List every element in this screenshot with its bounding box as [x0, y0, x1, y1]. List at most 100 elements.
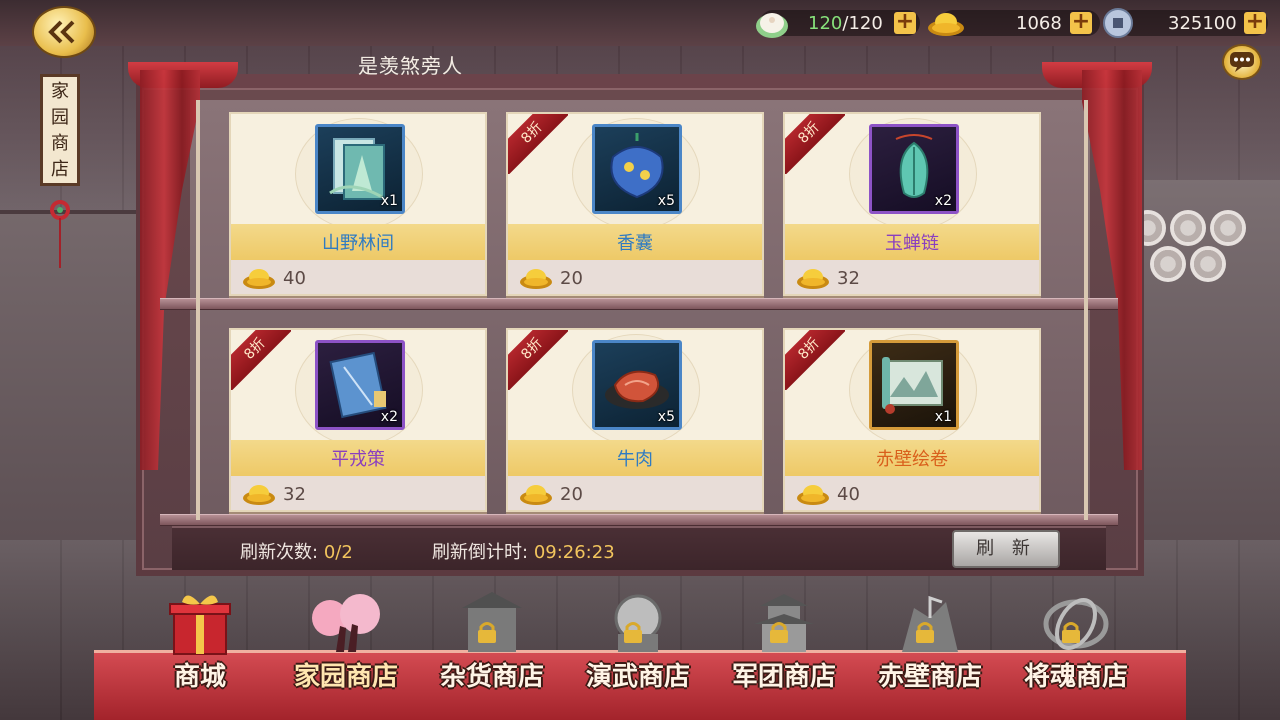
refresh-count-value: 0/2: [323, 542, 353, 563]
item-icon-frame: x5: [592, 340, 682, 430]
refresh-timer: 刷新倒计时: 09:26:23: [432, 538, 615, 564]
discount-label: 8折: [231, 330, 291, 390]
discount-ribbon: 8折: [231, 330, 291, 390]
shelf-rope: [196, 100, 200, 520]
scroll-roll: [1210, 210, 1246, 246]
tab-chibi-store[interactable]: 赤壁商店: [860, 588, 1000, 698]
item-icon-frame: x5: [592, 124, 682, 214]
item-price-row: 20: [508, 476, 762, 510]
shop-subtitle: 是羡煞旁人: [358, 54, 463, 78]
item-name-bar: 香囊: [508, 224, 762, 260]
shelf-beam-middle: [160, 298, 1118, 310]
lock-icon: [478, 622, 496, 643]
add-stamina-button[interactable]: +: [894, 11, 916, 34]
shop-sign-char: 家: [51, 81, 69, 102]
lock-icon: [624, 622, 642, 643]
discount-label: 8折: [785, 330, 845, 390]
discount-label: 8折: [508, 114, 568, 174]
discount-ribbon: 8折: [785, 330, 845, 390]
item-price-row: 20: [508, 260, 762, 294]
bun-icon: [756, 13, 788, 38]
copper-coin-value: 325100: [1168, 12, 1237, 34]
tab-label: 商城: [173, 662, 226, 692]
tab-label: 将魂商店: [1023, 662, 1128, 692]
stamina-display: 120/120: [808, 8, 883, 38]
item-icon-frame: x1: [869, 340, 959, 430]
shop-item-card[interactable]: x2 平戎策 32 8折: [229, 328, 487, 512]
tab-martial-store[interactable]: 演武商店: [568, 588, 708, 698]
item-price: 40: [837, 483, 860, 505]
item-quantity: x2: [934, 193, 952, 209]
gold-ingot-icon: [797, 269, 829, 289]
gold-ingot-icon: [243, 485, 275, 505]
tab-label: 演武商店: [585, 662, 690, 692]
scroll-roll: [1190, 246, 1226, 282]
chat-button[interactable]: [1222, 44, 1262, 80]
item-icon-frame: x2: [869, 124, 959, 214]
item-icon-frame: x1: [315, 124, 405, 214]
item-price-row: 40: [785, 476, 1039, 510]
shelf-rope: [1084, 100, 1088, 520]
tab-label: 家园商店: [293, 662, 398, 692]
refresh-button[interactable]: 刷 新: [952, 530, 1060, 568]
item-name: 平戎策: [331, 449, 385, 470]
item-name-bar: 玉蝉链: [785, 224, 1039, 260]
tab-home-shop[interactable]: 家园商店: [276, 588, 416, 698]
refresh-timer-label: 刷新倒计时:: [432, 542, 529, 563]
item-icon-frame: x2: [315, 340, 405, 430]
add-gold-ingot-button[interactable]: +: [1070, 11, 1092, 34]
shop-item-card[interactable]: x5 牛肉 20 8折: [506, 328, 764, 512]
shop-item-card[interactable]: x1 赤壁绘卷 40 8折: [783, 328, 1041, 512]
item-name-bar: 赤壁绘卷: [785, 440, 1039, 476]
item-price-row: 32: [231, 476, 485, 510]
shop-sign: 家 园 商 店: [40, 74, 80, 186]
background-shelf-left: [0, 210, 150, 540]
tab-soul-store[interactable]: 将魂商店: [1006, 588, 1146, 698]
tab-legion-store[interactable]: 军团商店: [714, 588, 854, 698]
blossom-couple-icon: [312, 594, 380, 652]
item-price: 20: [560, 267, 583, 289]
chat-bubble-icon: [1230, 52, 1254, 72]
item-name: 香囊: [617, 233, 653, 254]
scroll-roll: [1170, 210, 1206, 246]
shop-sign-char: 园: [51, 107, 69, 128]
gold-ingot-value: 1068: [1016, 12, 1062, 34]
shop-item-card[interactable]: x2 玉蝉链 32 8折: [783, 112, 1041, 296]
gift-box-icon: [169, 595, 231, 655]
shop-item-card[interactable]: x1 山野林间 40: [229, 112, 487, 296]
shop-item-card[interactable]: x5 香囊 20 8折: [506, 112, 764, 296]
tab-mall[interactable]: 商城: [130, 588, 270, 698]
gold-ingot-icon: [520, 269, 552, 289]
back-arrow-icon: [48, 20, 75, 44]
refresh-count: 刷新次数: 0/2: [240, 538, 353, 564]
add-copper-coin-button[interactable]: +: [1244, 11, 1266, 34]
item-price-row: 40: [231, 260, 485, 294]
discount-label: 8折: [508, 330, 568, 390]
item-price-row: 32: [785, 260, 1039, 294]
copper-coin-display: 325100: [1168, 8, 1237, 38]
shop-sign-char: 商: [51, 133, 69, 154]
back-button[interactable]: [32, 6, 96, 58]
stamina-value: 120/120: [808, 12, 883, 34]
item-name-bar: 山野林间: [231, 224, 485, 260]
tab-label: 杂货商店: [439, 662, 544, 692]
item-name: 玉蝉链: [885, 233, 939, 254]
discount-ribbon: 8折: [785, 114, 845, 174]
item-price: 32: [283, 483, 306, 505]
discount-label: 8折: [785, 114, 845, 174]
discount-ribbon: 8折: [508, 330, 568, 390]
lock-icon: [770, 622, 788, 643]
shop-sign-char: 店: [51, 159, 69, 180]
shelf-beam-bottom: [160, 514, 1118, 526]
lock-icon: [916, 622, 934, 643]
scroll-roll: [1150, 246, 1186, 282]
discount-ribbon: 8折: [508, 114, 568, 174]
gold-ingot-icon: [520, 485, 552, 505]
item-price: 32: [837, 267, 860, 289]
item-name-bar: 平戎策: [231, 440, 485, 476]
lock-icon: [1062, 622, 1080, 643]
item-name: 山野林间: [322, 233, 394, 254]
gold-ingot-display: 1068: [1016, 8, 1062, 38]
refresh-timer-value: 09:26:23: [533, 542, 615, 563]
tab-general-store[interactable]: 杂货商店: [422, 588, 562, 698]
